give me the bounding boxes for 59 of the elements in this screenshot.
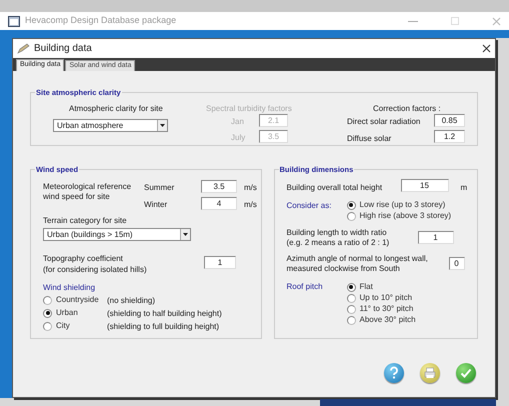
field-label: Jan <box>231 116 244 128</box>
ok-button[interactable] <box>456 363 476 383</box>
field-label: m/s <box>244 199 257 211</box>
input-field[interactable]: 0 <box>448 257 464 270</box>
radio-button[interactable]: Flat <box>346 281 373 293</box>
radio-button[interactable]: City <box>43 320 70 332</box>
field-label: Meteorological reference wind speed for site <box>43 182 132 202</box>
window-title: Hevacomp Design Database package <box>25 14 176 28</box>
input-field[interactable]: 1 <box>418 231 454 244</box>
app-icon <box>8 16 20 26</box>
dropdown[interactable]: Urban atmosphere <box>53 119 168 132</box>
input-field[interactable]: 0.85 <box>434 114 465 127</box>
field-label: Direct solar radiation <box>347 116 420 128</box>
field-label: Terrain category for site <box>43 215 127 227</box>
field-label: Correction factors : <box>373 103 441 115</box>
radio-note: (shielding to full building height) <box>107 321 220 333</box>
field-label: Roof pitch <box>286 281 323 293</box>
field-label: Summer <box>144 182 174 194</box>
field-label: (e.g. 2 means a ratio of 2 : 1) <box>286 237 390 249</box>
radio-button[interactable]: Urban <box>43 307 78 319</box>
dropdown[interactable]: Urban (buildings > 15m) <box>43 228 191 241</box>
radio-button[interactable]: Countryside <box>43 294 99 306</box>
field-label: Wind shielding <box>43 282 96 294</box>
field-label: Building length to width ratio <box>286 227 387 239</box>
dropdown-value: Urban atmosphere <box>57 120 124 132</box>
question-mark-icon <box>390 366 398 379</box>
radio-button[interactable]: Up to 10° pitch <box>346 292 412 304</box>
radio-note: (no shielding) <box>107 295 156 307</box>
field-label: m/s <box>244 182 257 194</box>
radio-button[interactable]: 11° to 30° pitch <box>346 303 414 315</box>
radio-note: (shielding to half building height) <box>107 308 222 320</box>
field-label: (for considering isolated hills) <box>43 264 147 276</box>
field-label: Azimuth angle of normal to longest wall, measured clockwise from South <box>286 254 429 274</box>
input-field[interactable]: 3.5 <box>201 180 237 193</box>
field-label: Building overall total height <box>286 182 382 194</box>
help-button[interactable] <box>384 363 404 383</box>
field-label: Consider as: <box>286 200 332 212</box>
input-field[interactable]: 1 <box>204 256 236 269</box>
input-field[interactable]: 4 <box>201 197 237 210</box>
radio-button[interactable]: Low rise (up to 3 storey) <box>346 199 446 211</box>
field-label: m <box>460 182 468 194</box>
printer-icon <box>424 368 436 378</box>
dropdown-value: Urban (buildings > 15m) <box>47 228 133 240</box>
checkmark-icon <box>460 368 472 378</box>
dialog-title: Building data <box>34 42 92 56</box>
input-field[interactable]: 15 <box>400 179 448 192</box>
pencil-icon <box>17 43 30 54</box>
field-label: Winter <box>144 199 168 211</box>
field-label: Topography coefficient <box>43 253 123 265</box>
input-field[interactable]: 1.2 <box>434 130 465 143</box>
close-icon[interactable] <box>482 44 491 53</box>
field-label: Atmospheric clarity for site <box>69 103 163 115</box>
radio-button[interactable]: High rise (above 3 storey) <box>346 210 452 222</box>
radio-button[interactable]: Above 30° pitch <box>346 314 416 326</box>
minimize-icon[interactable] <box>408 20 418 22</box>
print-button[interactable] <box>420 363 440 383</box>
field-label: Diffuse solar <box>347 133 392 145</box>
field-label: Spectral turbidity factors <box>206 103 292 115</box>
field-label: July <box>231 132 246 144</box>
